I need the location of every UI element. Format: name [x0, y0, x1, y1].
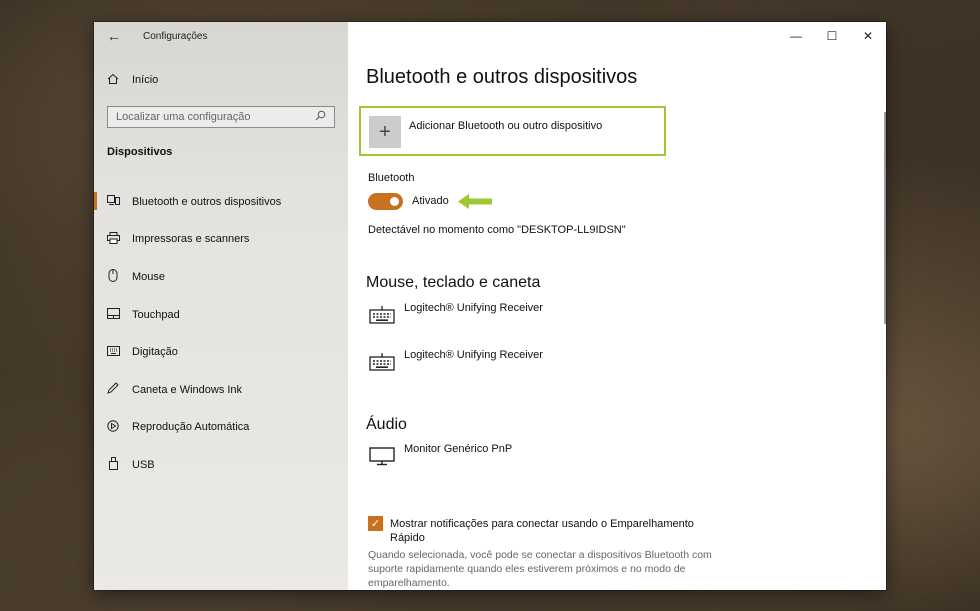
search-icon	[315, 110, 326, 124]
sidebar-item-bluetooth[interactable]: Bluetooth e outros dispositivos	[94, 183, 348, 221]
add-device-highlight: + Adicionar Bluetooth ou outro dispositi…	[359, 106, 666, 156]
touchpad-icon	[106, 307, 120, 322]
usb-icon	[106, 456, 120, 473]
scrollbar[interactable]	[884, 112, 886, 324]
sidebar-nav: Bluetooth e outros dispositivos Impresso…	[94, 183, 348, 484]
window-controls: — ☐ ✕	[778, 22, 886, 50]
close-button[interactable]: ✕	[850, 22, 886, 50]
minimize-button[interactable]: —	[778, 22, 814, 50]
bluetooth-state: Ativado	[412, 195, 449, 207]
sidebar-item-printers[interactable]: Impressoras e scanners	[94, 221, 348, 259]
check-icon: ✓	[370, 518, 381, 530]
swift-pair-label: Mostrar notificações para conectar usand…	[390, 518, 694, 544]
device-name: Monitor Genérico PnP	[404, 443, 513, 455]
bluetooth-devices-icon	[106, 194, 120, 209]
app-title: Configurações	[143, 30, 208, 42]
printer-icon	[106, 231, 120, 247]
home-icon	[106, 73, 120, 88]
sidebar-item-label: Digitação	[132, 346, 178, 359]
add-device-button[interactable]: + Adicionar Bluetooth ou outro dispositi…	[369, 116, 602, 148]
device-item[interactable]: Logitech® Unifying Receiver	[368, 349, 543, 374]
sidebar-item-label: Bluetooth e outros dispositivos	[132, 195, 282, 208]
search-placeholder: Localizar uma configuração	[116, 111, 251, 123]
sidebar-item-label: Reprodução Automática	[132, 421, 250, 434]
sidebar-item-label: Caneta e Windows Ink	[132, 383, 243, 396]
discoverable-text: Detectável no momento como "DESKTOP-LL9I…	[368, 224, 626, 236]
keyboard-icon	[106, 345, 120, 359]
monitor-icon	[368, 444, 396, 468]
sidebar-item-label: Mouse	[132, 270, 166, 283]
pen-icon	[106, 382, 120, 397]
plus-icon: +	[369, 116, 401, 148]
swift-pair-description: Quando selecionada, você pode se conecta…	[368, 549, 712, 589]
home-label: Início	[132, 74, 159, 86]
sidebar-item-autoplay[interactable]: Reprodução Automática	[94, 409, 348, 447]
sidebar-item-touchpad[interactable]: Touchpad	[94, 296, 348, 334]
device-item[interactable]: Monitor Genérico PnP	[368, 443, 512, 468]
sidebar-item-label: Impressoras e scanners	[132, 233, 250, 246]
page-title: Bluetooth e outros dispositivos	[366, 66, 638, 88]
arrow-left-icon: ←	[107, 28, 121, 44]
sidebar: ← Configurações Início Localizar uma con…	[94, 22, 348, 590]
sidebar-item-typing[interactable]: Digitação	[94, 333, 348, 371]
keyboard-icon	[368, 350, 396, 374]
section-mouse-heading: Mouse, teclado e caneta	[366, 274, 541, 291]
settings-window: ← Configurações Início Localizar uma con…	[94, 22, 886, 590]
autoplay-icon	[106, 420, 120, 435]
device-item[interactable]: Logitech® Unifying Receiver	[368, 302, 543, 327]
bluetooth-label: Bluetooth	[368, 172, 415, 184]
sidebar-item-label: USB	[132, 458, 155, 471]
search-input[interactable]: Localizar uma configuração	[107, 106, 335, 128]
sidebar-item-pen[interactable]: Caneta e Windows Ink	[94, 371, 348, 409]
section-label: Dispositivos	[107, 146, 173, 158]
arrow-left-icon	[458, 194, 492, 209]
add-device-label: Adicionar Bluetooth ou outro dispositivo	[409, 120, 603, 132]
title-bar: ← Configurações	[94, 22, 348, 50]
device-name: Logitech® Unifying Receiver	[404, 302, 543, 314]
maximize-button[interactable]: ☐	[814, 22, 850, 50]
section-audio-heading: Áudio	[366, 416, 407, 433]
main-content: — ☐ ✕ Bluetooth e outros dispositivos + …	[348, 22, 886, 590]
bluetooth-toggle[interactable]	[368, 193, 403, 210]
mouse-icon	[106, 268, 120, 285]
back-button[interactable]: ←	[94, 22, 134, 50]
toggle-knob	[390, 197, 399, 206]
sidebar-item-usb[interactable]: USB	[94, 446, 348, 484]
swift-pair-checkbox[interactable]: ✓	[368, 516, 383, 531]
keyboard-icon	[368, 303, 396, 327]
device-name: Logitech® Unifying Receiver	[404, 349, 543, 361]
sidebar-item-label: Touchpad	[132, 308, 180, 321]
sidebar-item-mouse[interactable]: Mouse	[94, 258, 348, 296]
home-link[interactable]: Início	[106, 70, 158, 90]
